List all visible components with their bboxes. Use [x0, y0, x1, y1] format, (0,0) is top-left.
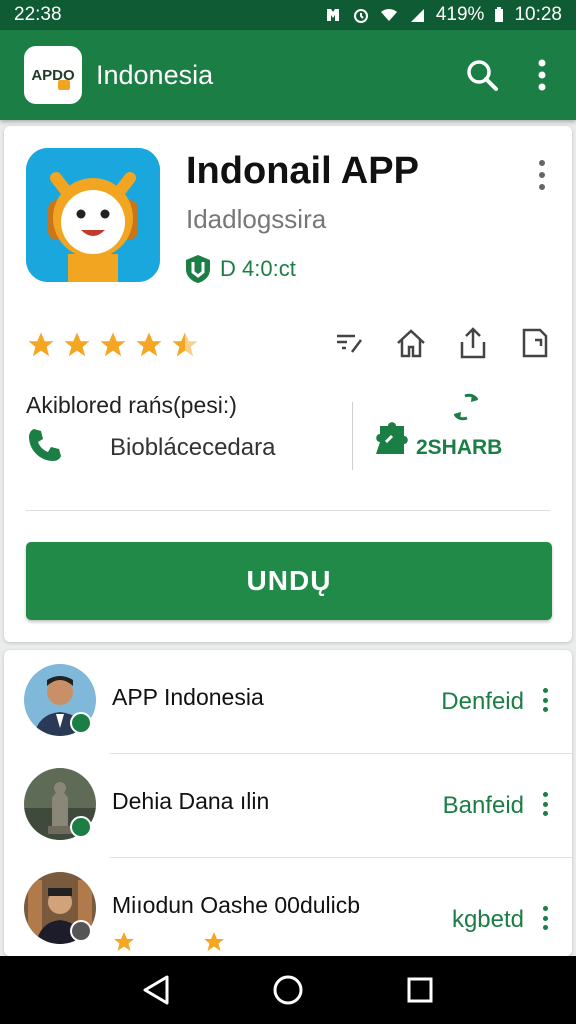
verified-text: D 4:0:ct: [220, 256, 296, 281]
list-item[interactable]: Dehia Dana ılin Banfeid: [4, 754, 572, 858]
list-item-more-button[interactable]: [540, 792, 550, 816]
rating-stars: [26, 330, 200, 360]
search-button[interactable]: [460, 53, 504, 97]
app-bar: APDO Indonesia: [0, 30, 576, 120]
list-item[interactable]: APP Indonesia Denfeid: [4, 650, 572, 754]
share-count: 2SHARB: [416, 436, 503, 459]
export-icon: [522, 328, 548, 358]
list-item-more-button[interactable]: [540, 906, 550, 930]
alarm-icon: [353, 9, 368, 23]
dot: [539, 184, 545, 190]
list-item-name: Dehia Dana ılin: [112, 788, 270, 814]
verified-badge-icon: [70, 816, 92, 838]
install-button[interactable]: UNDŲ: [26, 542, 552, 620]
battery-percent: 419%: [435, 4, 485, 25]
list-item-more-button[interactable]: [540, 688, 550, 712]
back-button[interactable]: [136, 970, 176, 1010]
app-logo-accent: [58, 80, 70, 90]
star-icon: [28, 332, 54, 357]
shield-icon: [186, 255, 210, 283]
contact-value: Bioblácecedara: [110, 434, 276, 461]
app-icon-illustration: [26, 148, 160, 282]
share-icon: [460, 327, 486, 359]
dot: [539, 172, 545, 178]
status-clock: 10:28: [514, 4, 562, 25]
puzzle-icon: [376, 422, 408, 454]
list-item-action[interactable]: kgbetd: [452, 906, 524, 934]
contact-label: Akiblored rańs(pesi:): [26, 392, 237, 418]
more-vert-icon: [538, 59, 546, 91]
app-bar-title: Indonesia: [96, 59, 214, 90]
app-name: Indonail APP: [186, 150, 419, 192]
related-list-card: APP Indonesia Denfeid Dehia Dana ılin Ba…: [4, 650, 572, 956]
action-icons: [330, 324, 554, 362]
home-button[interactable]: [392, 324, 430, 362]
dot: [542, 925, 548, 930]
home-icon: [397, 329, 425, 358]
signal-icon: [410, 9, 424, 22]
dot: [542, 792, 548, 797]
home-nav-button[interactable]: [268, 970, 308, 1010]
list-item-name: APP Indonesia: [112, 684, 264, 710]
vertical-divider: [352, 402, 353, 470]
dot: [542, 707, 548, 712]
list-item-stars: [112, 930, 226, 954]
list-item-action[interactable]: Banfeid: [443, 792, 524, 820]
recents-icon: [407, 977, 433, 1003]
dot: [542, 688, 548, 693]
star-icon: [64, 332, 90, 357]
bookmark-button[interactable]: [330, 324, 368, 362]
battery-icon: [495, 7, 504, 22]
card-overflow-button[interactable]: [534, 160, 550, 190]
navigation-bar: [0, 956, 576, 1024]
overflow-menu-button[interactable]: [530, 53, 554, 97]
section-divider: [26, 510, 550, 511]
star-icon: [114, 932, 134, 951]
status-bar: 22:38 419% 10:28: [0, 0, 576, 30]
star-icon: [136, 332, 162, 357]
half-star-icon: [172, 332, 198, 357]
home-circle-icon: [273, 975, 303, 1005]
wifi-icon: [380, 8, 397, 21]
list-item-name: Miıodun Oashe 00dulicb: [112, 892, 361, 918]
status-time: 22:38: [14, 4, 62, 25]
verified-badge-icon: [70, 712, 92, 734]
app-detail-card: Indonail APP Idadlogssira D 4:0:ct Akibl…: [4, 126, 572, 642]
bookmark-icon: [337, 334, 362, 353]
dot: [542, 906, 548, 911]
star-icon: [100, 332, 126, 357]
star-icon: [204, 932, 224, 951]
back-icon: [143, 975, 169, 1005]
dot: [542, 811, 548, 816]
search-icon: [467, 60, 498, 91]
notification-icon: [326, 9, 339, 21]
share-button[interactable]: [454, 324, 492, 362]
export-button[interactable]: [516, 324, 554, 362]
app-icon: [26, 148, 160, 282]
app-developer: Idadlogssira: [186, 204, 327, 234]
refresh-share-icon[interactable]: [450, 392, 482, 422]
phone-icon[interactable]: [26, 426, 64, 464]
dot: [542, 801, 548, 807]
list-item[interactable]: Miıodun Oashe 00dulicb kgbetd: [4, 858, 572, 962]
recents-button[interactable]: [400, 970, 440, 1010]
list-item-action[interactable]: Denfeid: [441, 688, 524, 716]
app-logo[interactable]: APDO: [24, 46, 82, 104]
status-icons: 419% 10:28: [324, 4, 562, 26]
dot: [542, 697, 548, 703]
dot: [539, 160, 545, 166]
dot: [542, 915, 548, 921]
verified-badge-icon: [70, 920, 92, 942]
verified-badge: D 4:0:ct: [184, 254, 296, 284]
